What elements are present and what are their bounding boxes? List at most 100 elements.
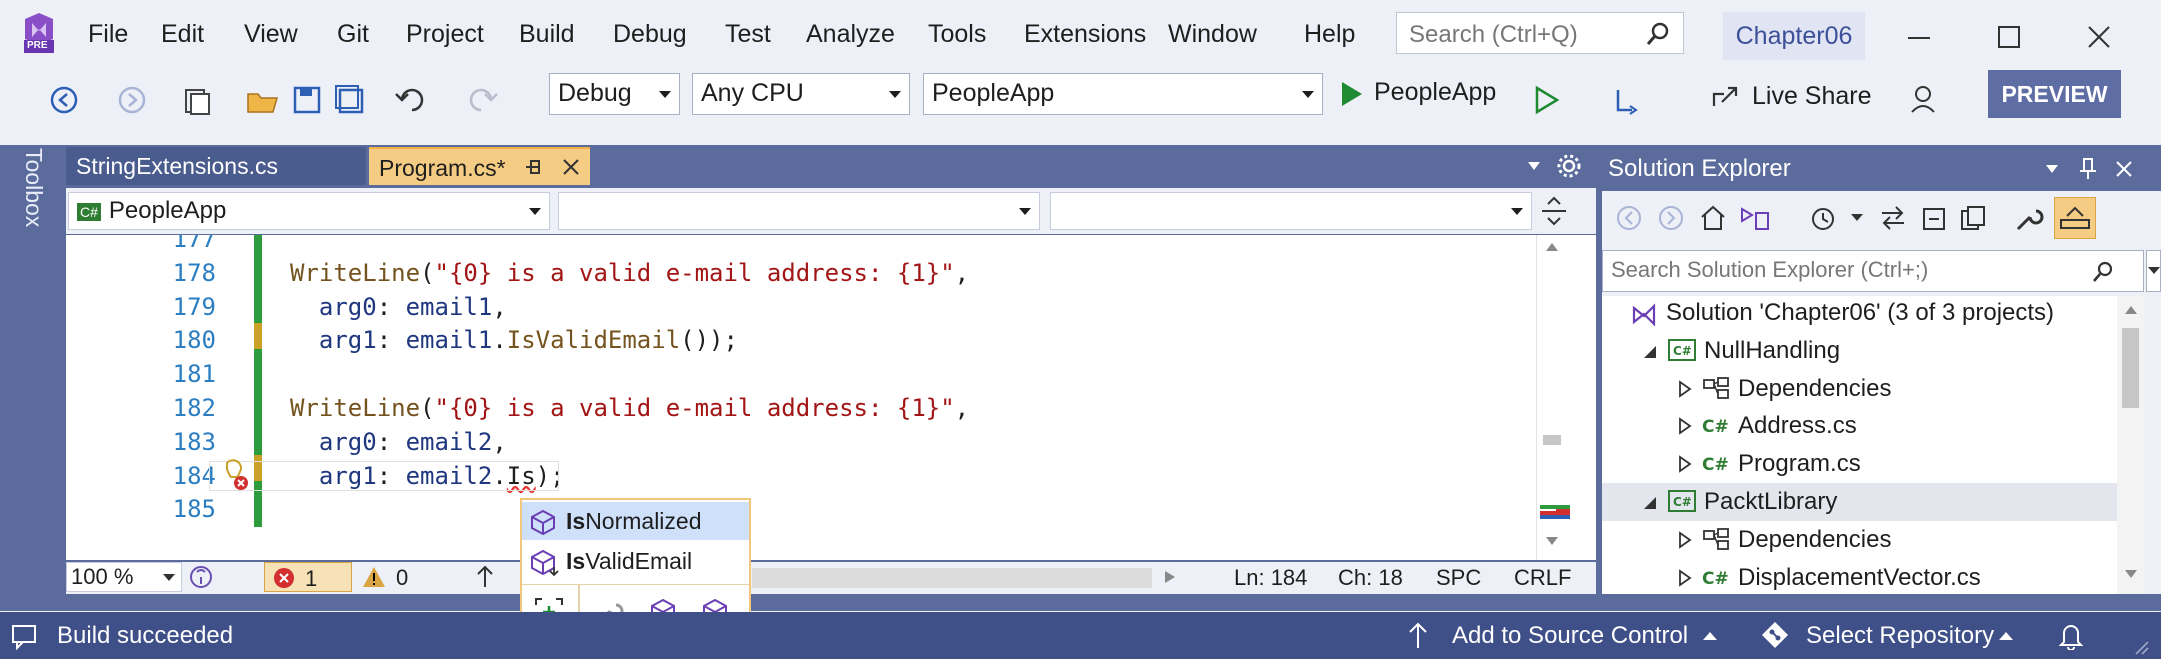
pin-icon[interactable]: [521, 149, 545, 185]
menu-edit[interactable]: Edit: [161, 20, 204, 49]
tree-item[interactable]: C# Program.cs: [1602, 445, 2117, 483]
menu-window[interactable]: Window: [1168, 20, 1257, 49]
tree-item[interactable]: C# NullHandling: [1602, 332, 2117, 370]
column-indicator[interactable]: Ch: 18: [1338, 565, 1403, 591]
menu-view[interactable]: View: [244, 20, 298, 49]
source-control-menu-icon[interactable]: [1702, 630, 1718, 642]
tree-item[interactable]: C# PacktLibrary: [1602, 483, 2117, 521]
start-without-debugging-icon[interactable]: [1527, 80, 1567, 120]
panel-options-icon[interactable]: [2044, 161, 2060, 177]
filter-dropdown-icon[interactable]: [1850, 213, 1864, 223]
line-indicator[interactable]: Ln: 184: [1234, 565, 1307, 591]
collapsed-chevron-icon[interactable]: [1676, 370, 1694, 408]
zoom-dropdown[interactable]: 100 %: [66, 562, 182, 592]
code-line[interactable]: arg1: email1.IsValidEmail());: [290, 326, 738, 354]
repository-menu-icon[interactable]: [1998, 630, 2014, 642]
menu-extensions[interactable]: Extensions: [1024, 20, 1146, 49]
select-repository-button[interactable]: Select Repository: [1806, 622, 1994, 650]
tree-item[interactable]: C# DisplacementVector.cs: [1602, 559, 2117, 594]
line-ending-indicator[interactable]: CRLF: [1514, 565, 1571, 591]
switch-views-icon[interactable]: [1738, 203, 1772, 233]
notification-output-icon[interactable]: [10, 622, 38, 650]
maximize-icon[interactable]: [1990, 16, 2030, 56]
tree-item[interactable]: Solution 'Chapter06' (3 of 3 projects): [1602, 296, 2117, 332]
feedback-icon[interactable]: [1906, 80, 1946, 120]
menu-file[interactable]: File: [88, 20, 128, 49]
expanded-chevron-icon[interactable]: [1642, 332, 1660, 370]
navigate-forward-icon[interactable]: [112, 80, 152, 120]
home-icon[interactable]: [1698, 203, 1728, 233]
navigate-back-icon[interactable]: [44, 80, 84, 120]
preview-selected-items-icon[interactable]: [2054, 197, 2096, 239]
previous-issue-icon[interactable]: [474, 565, 496, 589]
solution-name-badge[interactable]: Chapter06: [1723, 12, 1865, 60]
sync-with-document-icon[interactable]: [1878, 203, 1908, 233]
tree-item[interactable]: Dependencies: [1602, 521, 2117, 559]
tree-item[interactable]: Dependencies: [1602, 370, 2117, 408]
back-icon[interactable]: [1614, 203, 1644, 233]
menu-build[interactable]: Build: [519, 20, 575, 49]
preview-button[interactable]: PREVIEW: [1988, 70, 2121, 118]
lightbulb-error-icon[interactable]: [219, 459, 249, 493]
menu-test[interactable]: Test: [725, 20, 771, 49]
completion-item[interactable]: IsNormalized: [522, 502, 749, 540]
code-editor[interactable]: 177 178 WriteLine("{0} is a valid e-mail a…: [66, 235, 1596, 560]
show-all-files-icon[interactable]: [1958, 203, 1988, 233]
close-tab-icon[interactable]: [559, 149, 583, 185]
whitespace-indicator[interactable]: SPC: [1436, 565, 1481, 591]
step-icon[interactable]: [1610, 80, 1650, 120]
open-folder-icon[interactable]: [243, 80, 283, 120]
close-icon[interactable]: [2080, 16, 2120, 56]
code-line[interactable]: WriteLine("{0} is a valid e-mail address…: [290, 259, 969, 287]
global-search-input[interactable]: Search (Ctrl+Q): [1396, 12, 1684, 54]
save-icon[interactable]: [287, 80, 327, 120]
health-icon[interactable]: [188, 564, 214, 590]
type-dropdown[interactable]: [558, 192, 1040, 230]
minimize-icon[interactable]: [1900, 16, 1940, 56]
close-panel-icon[interactable]: [2114, 159, 2134, 179]
notifications-bell-icon[interactable]: [2056, 620, 2086, 650]
save-all-icon[interactable]: [330, 80, 370, 120]
tree-item[interactable]: C# Address.cs: [1602, 407, 2117, 445]
completion-item[interactable]: IsValidEmail: [522, 542, 749, 580]
error-count-button[interactable]: 1: [264, 562, 352, 592]
menu-debug[interactable]: Debug: [613, 20, 687, 49]
horizontal-scrollbar[interactable]: [752, 568, 1152, 588]
solution-explorer-search-input[interactable]: Search Solution Explorer (Ctrl+;): [1602, 250, 2144, 292]
scroll-right-icon[interactable]: [1164, 570, 1176, 584]
project-dropdown[interactable]: C# PeopleApp: [68, 192, 550, 230]
split-editor-icon[interactable]: [1540, 196, 1568, 226]
menu-analyze[interactable]: Analyze: [806, 20, 895, 49]
collapsed-chevron-icon[interactable]: [1676, 407, 1694, 445]
solution-tree-scrollbar[interactable]: [2117, 296, 2144, 594]
code-line[interactable]: arg0: email1,: [290, 293, 507, 321]
code-line[interactable]: WriteLine("{0} is a valid e-mail address…: [290, 394, 969, 422]
properties-wrench-icon[interactable]: [2014, 203, 2044, 233]
configuration-dropdown[interactable]: Debug: [549, 73, 680, 115]
collapse-all-icon[interactable]: [1920, 203, 1950, 233]
menu-tools[interactable]: Tools: [928, 20, 986, 49]
auto-hide-pin-icon[interactable]: [2078, 157, 2098, 181]
menu-git[interactable]: Git: [337, 20, 369, 49]
startup-project-dropdown[interactable]: PeopleApp: [923, 73, 1323, 115]
tab-stringextensions[interactable]: StringExtensions.cs: [66, 147, 366, 185]
redo-icon[interactable]: [463, 80, 503, 120]
scroll-thumb[interactable]: [2122, 328, 2139, 408]
tab-program[interactable]: Program.cs*: [369, 147, 590, 185]
tab-overflow-icon[interactable]: [1526, 158, 1542, 174]
new-project-icon[interactable]: [178, 80, 218, 120]
search-options-dropdown[interactable]: [2146, 250, 2161, 292]
member-dropdown[interactable]: [1050, 192, 1532, 230]
collapsed-chevron-icon[interactable]: [1676, 521, 1694, 559]
visual-studio-logo-icon[interactable]: PRE: [22, 13, 56, 55]
pending-changes-filter-icon[interactable]: [1808, 203, 1838, 233]
platform-dropdown[interactable]: Any CPU: [692, 73, 910, 115]
settings-gear-icon[interactable]: [1556, 153, 1582, 179]
undo-icon[interactable]: [390, 80, 430, 120]
code-line[interactable]: arg0: email2,: [290, 428, 507, 456]
menu-help[interactable]: Help: [1304, 20, 1355, 49]
scroll-thumb[interactable]: [1543, 435, 1561, 445]
menu-project[interactable]: Project: [406, 20, 484, 49]
forward-icon[interactable]: [1656, 203, 1686, 233]
add-to-source-control-button[interactable]: Add to Source Control: [1452, 622, 1688, 650]
